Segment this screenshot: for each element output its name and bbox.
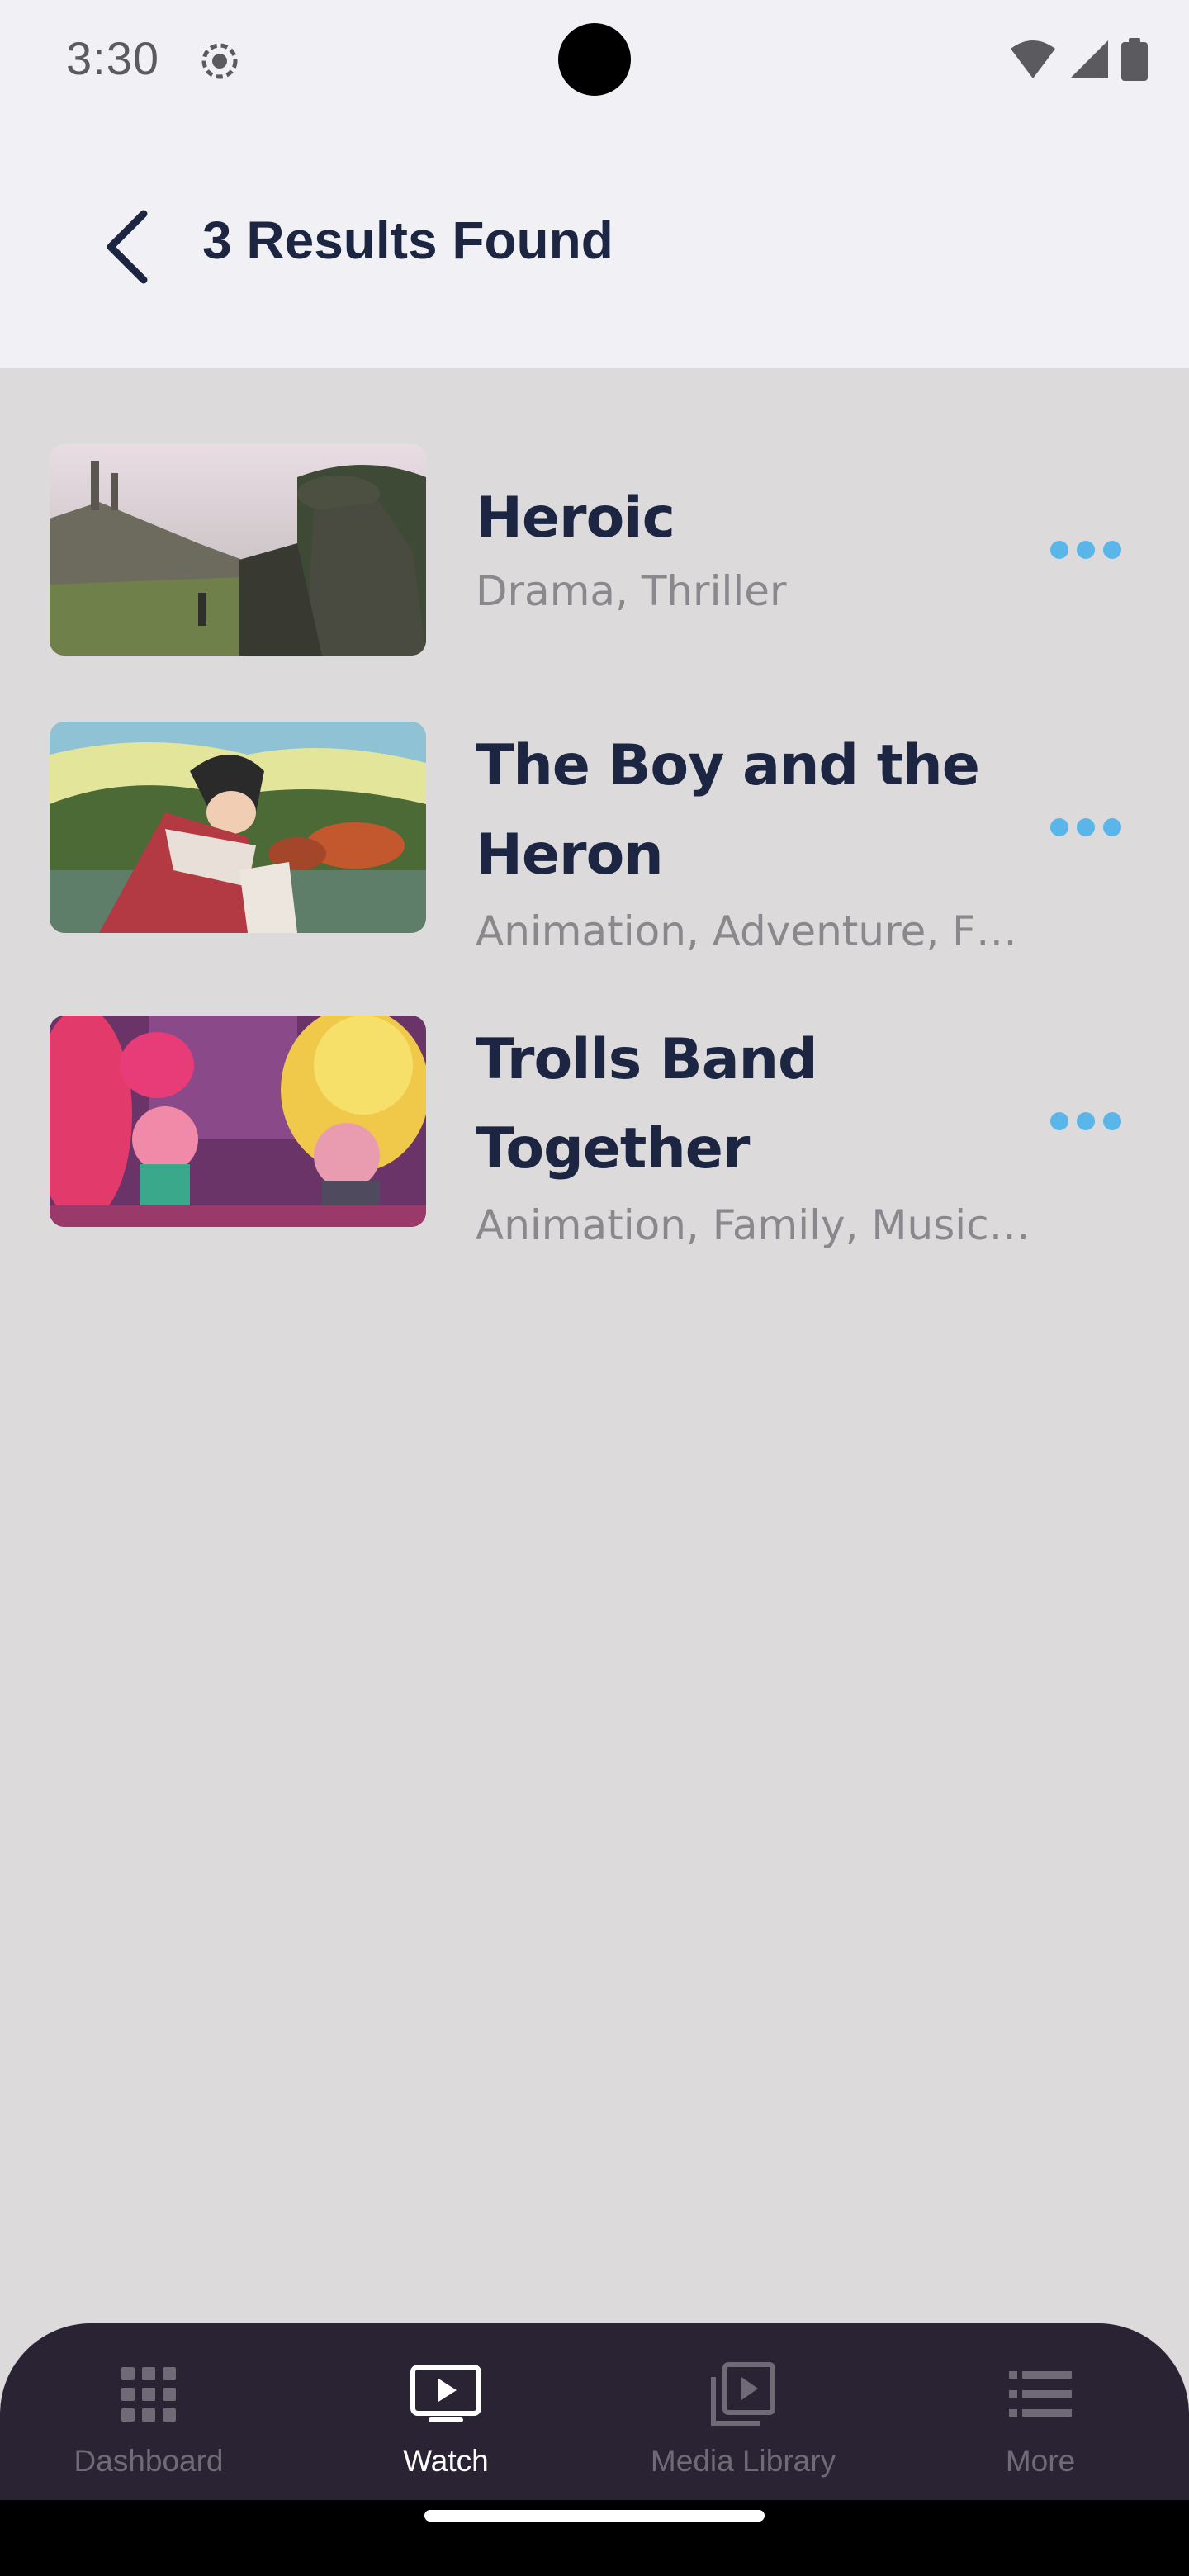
movie-title: Heroic — [476, 485, 675, 551]
list-item[interactable]: Heroic Drama, Thriller — [0, 444, 1189, 692]
more-dot-icon — [1103, 818, 1121, 836]
more-options-button[interactable] — [1040, 517, 1131, 583]
nav-item-media-library[interactable]: Media Library — [594, 2323, 892, 2500]
nav-label-media-library: Media Library — [650, 2444, 836, 2478]
thumbnail-image — [50, 444, 426, 656]
nav-label-dashboard: Dashboard — [73, 2444, 224, 2478]
nav-label-more: More — [1005, 2444, 1076, 2478]
more-dot-icon — [1077, 1112, 1095, 1130]
movie-thumbnail[interactable] — [50, 444, 426, 656]
app-screen: 3:30 3 Results Found Heroic Drama, Thril… — [0, 0, 1189, 2576]
play-screen-icon — [409, 2363, 483, 2426]
more-options-button[interactable] — [1040, 794, 1131, 860]
media-library-icon — [706, 2362, 780, 2426]
nav-item-watch[interactable]: Watch — [297, 2323, 594, 2500]
header: 3 Results Found — [0, 119, 1189, 368]
chevron-left-icon — [107, 210, 148, 284]
back-button[interactable] — [86, 201, 168, 292]
screen-record-icon — [201, 43, 238, 79]
more-dot-icon — [1050, 541, 1068, 559]
page-title: 3 Results Found — [202, 211, 613, 270]
list-icon — [1003, 2363, 1078, 2426]
item-text: The Boy and the Heron Animation, Adventu… — [476, 722, 1045, 963]
nav-label-watch: Watch — [403, 2444, 489, 2478]
wifi-icon — [1011, 40, 1055, 78]
more-options-button[interactable] — [1040, 1088, 1131, 1154]
movie-genres: Animation, Family, Music… — [476, 1201, 1030, 1249]
list-item[interactable]: Trolls Band Together Animation, Family, … — [0, 1016, 1189, 1263]
grid-icon — [111, 2363, 186, 2426]
more-dot-icon — [1050, 1112, 1068, 1130]
status-bar: 3:30 — [0, 0, 1189, 119]
thumbnail-image — [50, 1016, 426, 1227]
bottom-navigation: Dashboard Watch Media Library More — [0, 2323, 1189, 2500]
movie-title-line-2: Heron — [476, 822, 664, 888]
item-text: Trolls Band Together Animation, Family, … — [476, 1016, 1045, 1257]
more-dot-icon — [1077, 541, 1095, 559]
thumbnail-image — [50, 722, 426, 933]
more-dot-icon — [1103, 1112, 1121, 1130]
status-icons — [1009, 36, 1148, 83]
movie-genres: Animation, Adventure, F… — [476, 907, 1017, 955]
status-time: 3:30 — [66, 32, 159, 84]
signal-icon — [1070, 40, 1108, 78]
more-dot-icon — [1077, 818, 1095, 836]
home-gesture-handle[interactable] — [424, 2510, 765, 2522]
camera-cutout — [558, 23, 631, 96]
movie-title-line-1: Trolls Band — [476, 1027, 818, 1092]
list-item[interactable]: The Boy and the Heron Animation, Adventu… — [0, 722, 1189, 969]
more-dot-icon — [1103, 541, 1121, 559]
movie-title-line-2: Together — [476, 1116, 750, 1181]
battery-icon — [1121, 38, 1148, 81]
nav-item-dashboard[interactable]: Dashboard — [0, 2323, 297, 2500]
more-dot-icon — [1050, 818, 1068, 836]
movie-genres: Drama, Thriller — [476, 567, 787, 615]
item-text: Heroic Drama, Thriller — [476, 477, 1045, 623]
nav-item-more[interactable]: More — [892, 2323, 1189, 2500]
movie-thumbnail[interactable] — [50, 1016, 426, 1227]
movie-thumbnail[interactable] — [50, 722, 426, 933]
movie-title-line-1: The Boy and the — [476, 733, 980, 798]
